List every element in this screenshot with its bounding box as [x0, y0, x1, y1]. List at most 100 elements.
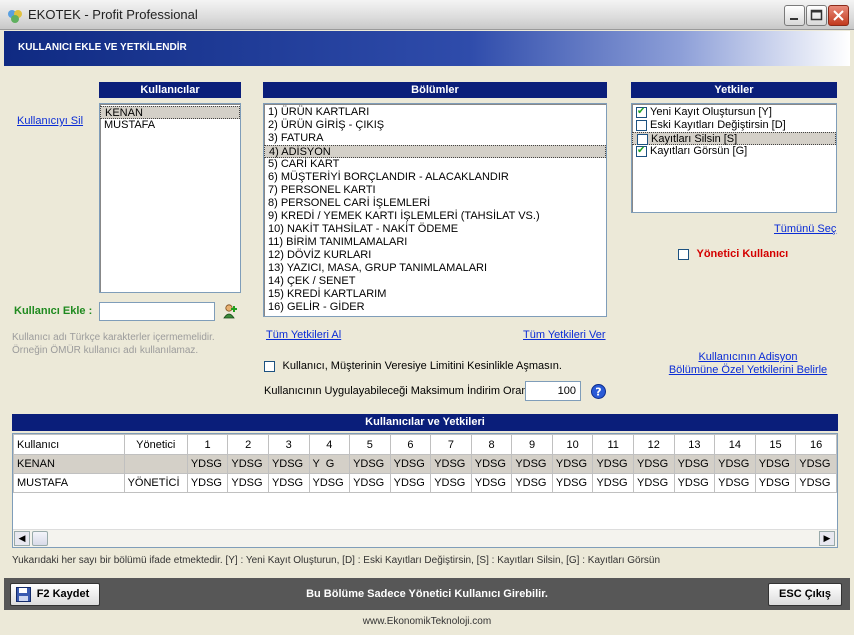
permission-checkbox[interactable]: [636, 144, 647, 157]
grid-cell[interactable]: YDSG: [267, 454, 310, 474]
section-list-item[interactable]: 3) FATURA: [264, 132, 606, 145]
grid-column-header[interactable]: Kullanıcı: [13, 434, 125, 455]
permission-checkbox[interactable]: [636, 119, 647, 131]
grid-cell[interactable]: YDSG: [754, 454, 797, 474]
section-list-item[interactable]: 11) BİRİM TANIMLAMALARI: [264, 236, 606, 249]
grid-row[interactable]: KENAN YDSG YDSG YDSG Y G YDSG YDSG YDSG YDSG YDSG…: [13, 454, 837, 474]
grid-cell[interactable]: Y G: [308, 454, 351, 474]
grid-column-header[interactable]: 13: [673, 434, 716, 455]
delete-user-link[interactable]: Kullanıcıyı Sil: [17, 115, 83, 127]
permission-item[interactable]: Yeni Kayıt Oluştursun [Y]: [632, 105, 836, 119]
grid-cell[interactable]: YDSG: [430, 473, 472, 493]
grid-cell[interactable]: YDSG: [430, 454, 472, 474]
sections-list[interactable]: 1) ÜRÜN KARTLARI 2) ÜRÜN GİRİŞ - ÇIKIŞ 3) …: [263, 103, 607, 317]
grid-cell[interactable]: YDSG: [754, 473, 797, 493]
grid-cell[interactable]: YDSG: [714, 454, 756, 474]
select-all-link[interactable]: Tümünü Seç: [774, 223, 836, 235]
grid-cell[interactable]: YDSG: [551, 473, 594, 493]
permission-item[interactable]: Kayıtları Silsin [S]: [632, 132, 836, 145]
grid-column-header[interactable]: 6: [389, 434, 432, 455]
exit-button[interactable]: ESC Çıkış: [768, 583, 842, 606]
credit-limit-checkbox[interactable]: [264, 360, 275, 372]
adisyon-link-line2[interactable]: Bölümüne Özel Yetkilerini Belirle: [648, 364, 848, 377]
grid-cell[interactable]: YDSG: [389, 473, 432, 493]
grid-cell[interactable]: YDSG: [714, 473, 756, 493]
minimize-button[interactable]: [784, 5, 805, 26]
scroll-thumb[interactable]: [32, 531, 48, 546]
add-user-button[interactable]: [222, 303, 240, 321]
scroll-left-button[interactable]: ◀: [14, 531, 30, 546]
grid-cell[interactable]: YDSG: [227, 473, 269, 493]
grid-cell[interactable]: YDSG: [470, 454, 513, 474]
grid-column-header[interactable]: 5: [349, 434, 391, 455]
grid-cell[interactable]: YDSG: [186, 473, 229, 493]
grid-column-header[interactable]: 14: [714, 434, 756, 455]
scroll-right-button[interactable]: ▶: [819, 531, 835, 546]
grid-column-header[interactable]: 3: [267, 434, 310, 455]
grid-column-header[interactable]: 9: [511, 434, 553, 455]
maximize-button[interactable]: [806, 5, 827, 26]
grid-column-header[interactable]: 2: [227, 434, 269, 455]
permission-item[interactable]: Eski Kayıtları Değiştirsin [D]: [632, 119, 836, 132]
grid-cell[interactable]: YDSG: [633, 454, 675, 474]
grid-column-header[interactable]: 4: [308, 434, 351, 455]
section-list-item[interactable]: 6) MÜŞTERİYİ BORÇLANDIR - ALACAKLANDIR: [264, 171, 606, 184]
section-list-item[interactable]: 15) KREDİ KARTLARIM: [264, 288, 606, 301]
permission-checkbox[interactable]: [636, 105, 647, 118]
grid-column-header[interactable]: 12: [633, 434, 675, 455]
grid-cell[interactable]: YDSG: [633, 473, 675, 493]
grid-cell[interactable]: YDSG: [349, 473, 391, 493]
grid-cell[interactable]: YDSG: [267, 473, 310, 493]
permissions-list[interactable]: Yeni Kayıt Oluştursun [Y]Eski Kayıtları …: [631, 103, 837, 213]
users-list[interactable]: KENAN MUSTAFA: [99, 103, 241, 293]
grid-cell[interactable]: YDSG: [592, 454, 634, 474]
admin-user-checkbox[interactable]: [678, 248, 689, 260]
grid-cell[interactable]: YDSG: [389, 454, 432, 474]
section-list-item[interactable]: 2) ÜRÜN GİRİŞ - ÇIKIŞ: [264, 119, 606, 132]
grid-cell[interactable]: YDSG: [673, 473, 716, 493]
section-list-item[interactable]: 1) ÜRÜN KARTLARI: [264, 106, 606, 119]
grid-cell[interactable]: YDSG: [511, 473, 553, 493]
grid-cell[interactable]: YDSG: [673, 454, 716, 474]
grid-column-header[interactable]: 1: [186, 434, 229, 455]
grid-cell[interactable]: YDSG: [186, 454, 229, 474]
help-button[interactable]: ?: [591, 384, 606, 399]
section-list-item[interactable]: 13) YAZICI, MASA, GRUP TANIMLAMALARI: [264, 262, 606, 275]
section-list-item[interactable]: 4) ADİSYON: [264, 145, 606, 158]
section-list-item[interactable]: 7) PERSONEL KARTI: [264, 184, 606, 197]
horizontal-scrollbar[interactable]: ◀ ▶: [13, 529, 837, 547]
grid-column-header[interactable]: 7: [430, 434, 472, 455]
grid-column-header[interactable]: Yönetici: [123, 434, 188, 455]
section-list-item[interactable]: 12) DÖVİZ KURLARI: [264, 249, 606, 262]
grid-column-header[interactable]: 16: [795, 434, 837, 455]
take-all-permissions-link[interactable]: Tüm Yetkileri Al: [266, 329, 341, 341]
grid-cell[interactable]: YDSG: [511, 454, 553, 474]
section-list-item[interactable]: 8) PERSONEL CARİ İŞLEMLERİ: [264, 197, 606, 210]
give-all-permissions-link[interactable]: Tüm Yetkileri Ver: [523, 329, 606, 341]
adisyon-link-line1[interactable]: Kullanıcının Adisyon: [648, 351, 848, 364]
grid-cell[interactable]: YDSG: [795, 473, 837, 493]
add-user-input[interactable]: [99, 302, 215, 321]
adisyon-permissions-link[interactable]: Kullanıcının Adisyon Bölümüne Özel Yetki…: [648, 351, 848, 377]
section-list-item[interactable]: 16) GELİR - GİDER: [264, 301, 606, 314]
user-list-item[interactable]: KENAN: [100, 106, 240, 119]
grid-cell[interactable]: YDSG: [551, 454, 594, 474]
grid-column-header[interactable]: 15: [754, 434, 797, 455]
grid-cell[interactable]: MUSTAFA: [13, 473, 125, 493]
grid-cell[interactable]: YDSG: [470, 473, 513, 493]
users-permissions-grid[interactable]: Kullanıcı Yönetici 1 2 3 4 5 6 7 8 9 10 11 12 13 14 15 16…: [12, 433, 838, 548]
grid-cell[interactable]: YÖNETİCİ: [123, 473, 188, 493]
close-button[interactable]: [828, 5, 849, 26]
grid-row[interactable]: MUSTAFA YÖNETİCİ YDSG YDSG YDSG YDSG YDSG YDSG Y…: [13, 473, 837, 493]
grid-cell[interactable]: YDSG: [349, 454, 391, 474]
section-list-item[interactable]: 9) KREDİ / YEMEK KARTI İŞLEMLERİ (TAHSİL…: [264, 210, 606, 223]
grid-column-header[interactable]: 11: [592, 434, 634, 455]
grid-cell[interactable]: KENAN: [13, 454, 125, 474]
grid-cell[interactable]: [123, 454, 188, 474]
title-bar[interactable]: EKOTEK - Profit Professional: [0, 0, 854, 30]
grid-cell[interactable]: YDSG: [308, 473, 351, 493]
permission-item[interactable]: Kayıtları Görsün [G]: [632, 144, 836, 158]
grid-cell[interactable]: YDSG: [227, 454, 269, 474]
grid-column-header[interactable]: 8: [470, 434, 513, 455]
max-discount-input[interactable]: [525, 381, 581, 401]
